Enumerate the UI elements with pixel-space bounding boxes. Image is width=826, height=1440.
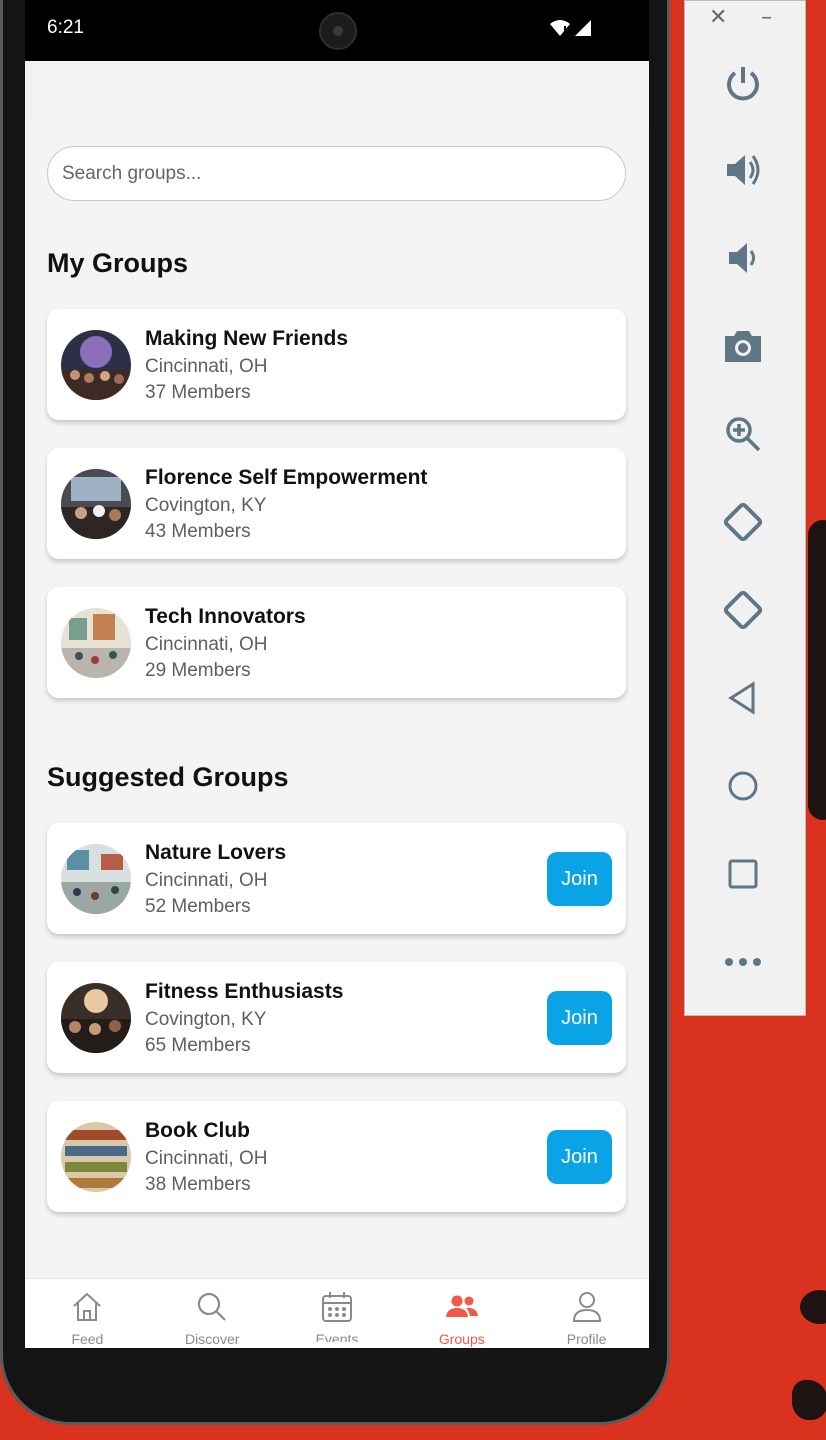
group-avatar (61, 330, 131, 400)
group-location: Cincinnati, OH (145, 870, 268, 891)
group-avatar (61, 1122, 131, 1192)
nav-label: Discover (184, 1331, 240, 1347)
volume-down-icon (729, 243, 755, 273)
home-button[interactable] (719, 762, 767, 810)
background-shape (792, 1380, 826, 1420)
group-members: 29 Members (145, 660, 251, 681)
phone-frame: 6:21 My Groups Making New Friends Cincin… (0, 0, 670, 1425)
overview-button[interactable] (719, 850, 767, 898)
suggested-groups-title: Suggested Groups (47, 762, 289, 792)
group-avatar (61, 844, 131, 914)
group-avatar (61, 608, 131, 678)
more-button[interactable] (719, 938, 767, 986)
back-button[interactable] (719, 674, 767, 722)
group-card[interactable]: Florence Self Empowerment Covington, KY … (47, 448, 626, 559)
my-groups-title: My Groups (47, 248, 189, 278)
status-time: 6:21 (47, 17, 84, 38)
join-button[interactable]: Join (547, 852, 612, 906)
overview-icon (728, 859, 758, 889)
volume-up-button[interactable] (719, 146, 767, 194)
power-icon (727, 67, 759, 101)
group-name: Fitness Enthusiasts (145, 980, 344, 1003)
app-screen: 6:21 My Groups Making New Friends Cincin… (25, 0, 649, 1348)
more-icon (725, 958, 761, 966)
group-card[interactable]: Tech Innovators Cincinnati, OH 29 Member… (47, 587, 626, 698)
screenshot-button[interactable] (719, 322, 767, 370)
rotate-right-button[interactable] (719, 586, 767, 634)
home-indicator[interactable] (239, 1342, 391, 1348)
zoom-icon (726, 417, 761, 452)
groups-icon (445, 1295, 478, 1317)
join-button[interactable]: Join (547, 1130, 612, 1184)
person-icon (572, 1292, 601, 1322)
header-band (25, 61, 649, 125)
nav-item-groups[interactable]: Groups (399, 1279, 524, 1348)
search-icon (198, 1292, 226, 1321)
volume-down-button[interactable] (719, 234, 767, 282)
rotate-left-button[interactable] (719, 498, 767, 546)
minimize-icon[interactable]: – (761, 5, 772, 30)
nav-label: Profile (566, 1331, 607, 1347)
volume-up-icon (727, 155, 760, 185)
nav-item-profile[interactable]: Profile (524, 1279, 649, 1348)
zoom-button[interactable] (719, 410, 767, 458)
background-shape (808, 520, 826, 820)
suggested-group-card[interactable]: Nature Lovers Cincinnati, OH 52 Members … (47, 823, 626, 934)
nav-item-events[interactable]: Events (275, 1279, 400, 1348)
join-button[interactable]: Join (547, 991, 612, 1045)
status-bar: 6:21 (25, 0, 649, 61)
group-members: 38 Members (145, 1174, 251, 1195)
back-icon (728, 681, 755, 715)
search-bar[interactable] (47, 146, 626, 201)
bottom-nav: Feed Discover Events Groups Profile (25, 1278, 649, 1348)
nav-item-discover[interactable]: Discover (150, 1279, 275, 1348)
group-card[interactable]: Making New Friends Cincinnati, OH 37 Mem… (47, 309, 626, 420)
group-name: Making New Friends (145, 327, 349, 350)
emulator-control-panel: ✕ – (684, 0, 806, 1016)
group-name: Book Club (145, 1119, 250, 1142)
nav-label: Groups (438, 1331, 485, 1347)
background-shape (800, 1290, 826, 1324)
group-location: Covington, KY (145, 1009, 267, 1030)
status-icons (549, 18, 593, 38)
group-members: 52 Members (145, 896, 251, 917)
group-location: Cincinnati, OH (145, 634, 268, 655)
rotate-right-icon (723, 590, 763, 630)
group-name: Nature Lovers (145, 841, 287, 864)
rotate-left-icon (723, 502, 763, 542)
group-members: 65 Members (145, 1035, 251, 1056)
home-circle-icon (728, 771, 758, 801)
wifi-icon (550, 20, 570, 36)
camera-icon (725, 331, 761, 362)
group-location: Cincinnati, OH (145, 356, 268, 377)
nav-label: Feed (71, 1331, 104, 1347)
group-name: Florence Self Empowerment (145, 466, 428, 489)
group-location: Cincinnati, OH (145, 1148, 268, 1169)
group-location: Covington, KY (145, 495, 267, 516)
group-name: Tech Innovators (145, 605, 306, 628)
group-members: 43 Members (145, 521, 251, 542)
power-button[interactable] (719, 59, 767, 107)
suggested-group-card[interactable]: Fitness Enthusiasts Covington, KY 65 Mem… (47, 962, 626, 1073)
front-camera (319, 12, 357, 50)
group-avatar (61, 983, 131, 1053)
signal-icon (575, 20, 591, 36)
nav-item-feed[interactable]: Feed (25, 1279, 150, 1348)
calendar-icon (321, 1292, 352, 1322)
group-avatar (61, 469, 131, 539)
search-input[interactable] (62, 162, 602, 185)
group-members: 37 Members (145, 382, 251, 403)
home-icon (73, 1292, 102, 1321)
close-icon[interactable]: ✕ (709, 5, 727, 30)
suggested-group-card[interactable]: Book Club Cincinnati, OH 38 Members Join (47, 1101, 626, 1212)
